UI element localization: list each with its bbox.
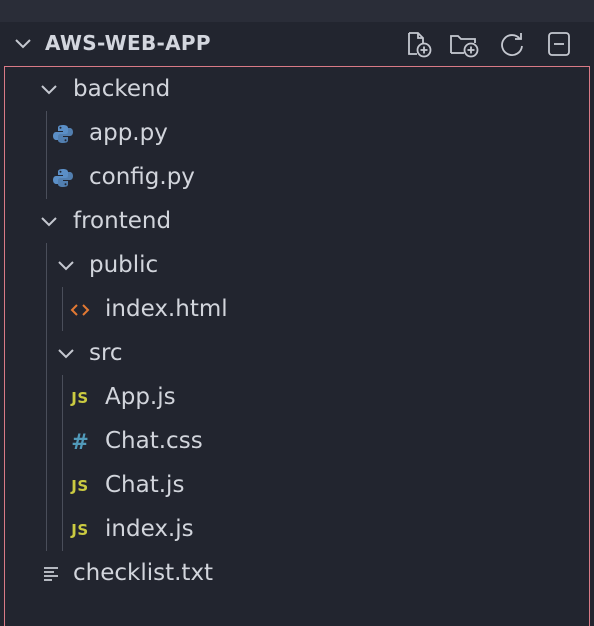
file-app-js[interactable]: JS App.js (5, 376, 589, 420)
folder-label: public (89, 252, 159, 278)
folder-frontend[interactable]: frontend (5, 200, 589, 244)
file-tree: backend app.py config.py frontend public… (4, 66, 590, 626)
collapse-all-icon (548, 32, 570, 56)
file-label: checklist.txt (73, 560, 214, 586)
file-chat-css[interactable]: # Chat.css (5, 420, 589, 464)
file-label: App.js (105, 384, 176, 410)
html-icon (68, 299, 92, 321)
explorer-title: AWS-WEB-APP (45, 31, 211, 55)
js-icon: JS (71, 477, 89, 495)
refresh-icon (501, 33, 523, 56)
file-chat-js[interactable]: JS Chat.js (5, 464, 589, 508)
js-icon: JS (71, 389, 89, 407)
collapse-all-button[interactable] (543, 29, 575, 59)
chevron-down-icon[interactable] (13, 36, 33, 52)
file-index-js[interactable]: JS index.js (5, 508, 589, 552)
chevron-down-icon (54, 343, 78, 365)
file-label: Chat.js (105, 472, 185, 498)
file-label: config.py (89, 164, 195, 190)
file-checklist-txt[interactable]: checklist.txt (5, 552, 589, 596)
file-config-py[interactable]: config.py (5, 156, 589, 200)
file-label: app.py (89, 120, 168, 146)
chevron-down-icon (37, 211, 61, 233)
file-label: index.js (105, 516, 194, 542)
python-icon (51, 167, 75, 189)
folder-src[interactable]: src (5, 332, 589, 376)
file-app-py[interactable]: app.py (5, 112, 589, 156)
file-label: index.html (105, 296, 228, 322)
chevron-down-icon (37, 79, 61, 101)
folder-backend[interactable]: backend (5, 68, 589, 112)
folder-label: backend (73, 76, 171, 102)
css-icon: # (71, 430, 89, 454)
folder-label: frontend (73, 208, 172, 234)
new-file-icon (408, 32, 432, 58)
text-file-icon (39, 563, 63, 585)
refresh-button[interactable] (496, 29, 528, 59)
new-folder-icon (450, 35, 479, 58)
file-index-html[interactable]: index.html (5, 288, 589, 332)
file-label: Chat.css (105, 428, 203, 454)
explorer-header[interactable]: AWS-WEB-APP (0, 22, 594, 66)
folder-public[interactable]: public (5, 244, 589, 288)
js-icon: JS (71, 521, 89, 539)
chevron-down-icon (54, 255, 78, 277)
new-file-button[interactable] (402, 29, 434, 59)
top-bar (0, 0, 594, 22)
python-icon (51, 123, 75, 145)
folder-label: src (89, 340, 123, 366)
new-folder-button[interactable] (448, 29, 480, 59)
